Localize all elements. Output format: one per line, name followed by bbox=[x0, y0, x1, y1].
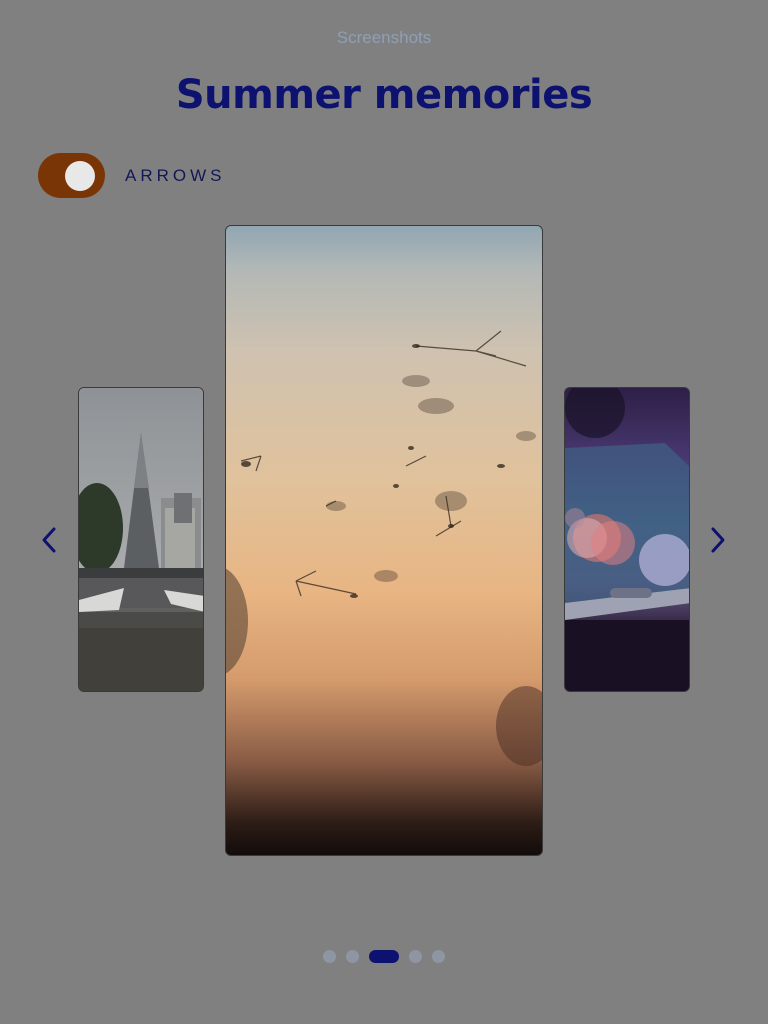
pagination-dot-5[interactable] bbox=[432, 950, 445, 963]
dandelion-image bbox=[226, 330, 542, 766]
arrows-toggle-label: ARROWS bbox=[125, 165, 226, 185]
pagination-dot-4[interactable] bbox=[409, 950, 422, 963]
city-tower-image bbox=[79, 388, 203, 691]
pagination-dot-3[interactable] bbox=[369, 950, 399, 963]
toggle-knob bbox=[65, 161, 95, 191]
arrows-toggle-row: ARROWS bbox=[38, 153, 226, 198]
slide-city-tower[interactable] bbox=[78, 387, 204, 692]
slide-phone-bokeh[interactable] bbox=[564, 387, 690, 692]
pagination-dot-1[interactable] bbox=[323, 950, 336, 963]
slide-dandelion-sunset[interactable] bbox=[225, 225, 543, 856]
chevron-right-icon bbox=[711, 527, 725, 553]
prev-slide-button[interactable] bbox=[31, 522, 67, 558]
pagination-dots bbox=[0, 950, 768, 963]
arrows-toggle[interactable] bbox=[38, 153, 105, 198]
chevron-left-icon bbox=[42, 527, 56, 553]
pagination-dot-2[interactable] bbox=[346, 950, 359, 963]
phone-bokeh-image bbox=[565, 388, 689, 691]
section-eyebrow: Screenshots bbox=[336, 28, 432, 47]
page-title: Summer memories bbox=[175, 72, 593, 118]
next-slide-button[interactable] bbox=[700, 522, 736, 558]
